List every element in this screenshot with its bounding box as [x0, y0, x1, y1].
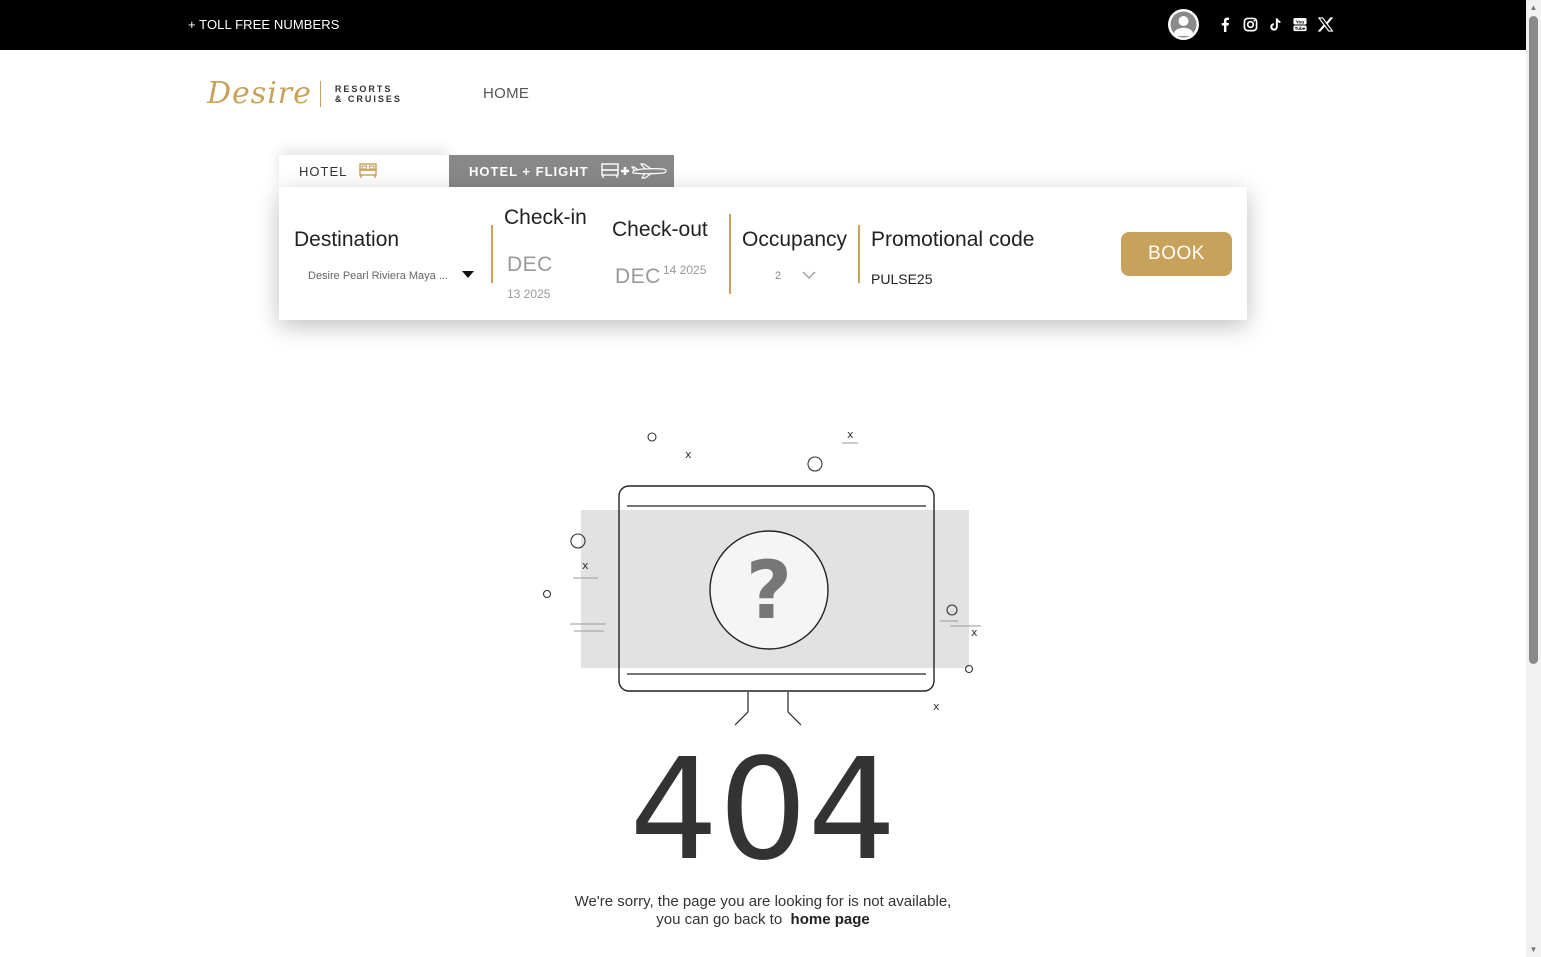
x-icon[interactable] [1317, 17, 1333, 33]
tab-hotel-flight[interactable]: HOTEL + FLIGHT [449, 155, 674, 187]
logo-subtitle: RESORTS & CRUISES [335, 84, 402, 104]
top-bar: + TOLL FREE NUMBERS You Tube [0, 0, 1526, 50]
booking-widget: Destination Desire Pearl Riviera Maya ..… [279, 187, 1247, 320]
svg-text:x: x [933, 700, 940, 713]
social-links: You Tube [1217, 17, 1333, 33]
checkin-day-year[interactable]: 13 2025 [507, 287, 550, 301]
svg-text:x: x [847, 428, 854, 441]
logo-line-1: RESORTS [334, 83, 393, 94]
tab-hotel[interactable]: HOTEL [279, 155, 449, 187]
checkout-label: Check-out [612, 218, 708, 241]
svg-text:x: x [582, 559, 589, 572]
occupancy-label: Occupancy [742, 228, 848, 251]
home-page-link[interactable]: home page [791, 911, 870, 928]
question-mark-icon: ? [745, 544, 793, 637]
logo-script: Desire [207, 76, 312, 111]
checkout-month[interactable]: DEC [615, 265, 661, 289]
divider-destination [491, 225, 493, 283]
logo-divider [319, 80, 321, 107]
error-message: We're sorry, the page you are looking fo… [0, 893, 1526, 929]
svg-text:You: You [1296, 20, 1305, 25]
scroll-up-arrow-icon[interactable]: ▲ [1529, 4, 1538, 12]
tab-hotel-label: HOTEL [299, 163, 348, 179]
tab-hotel-flight-label: HOTEL + FLIGHT [469, 163, 589, 179]
error-code: 404 [629, 729, 897, 892]
destination-select[interactable]: Desire Pearl Riviera Maya ... [308, 270, 448, 282]
facebook-icon[interactable] [1217, 17, 1233, 33]
promo-label: Promotional code [871, 228, 1035, 251]
promo-code-input[interactable]: PULSE25 [871, 271, 932, 287]
tiktok-icon[interactable] [1267, 17, 1283, 33]
divider-occupancy [858, 225, 860, 283]
user-avatar-icon[interactable] [1168, 9, 1199, 40]
destination-label: Destination [294, 228, 400, 251]
book-button[interactable]: BOOK [1121, 232, 1232, 276]
chevron-down-icon[interactable] [802, 267, 816, 285]
instagram-icon[interactable] [1242, 17, 1258, 33]
caret-down-icon[interactable] [462, 271, 474, 278]
scroll-down-arrow-icon[interactable]: ▼ [1529, 946, 1538, 954]
svg-text:x: x [971, 626, 978, 639]
booking-tabs: HOTEL HOTEL + FLIGHT [279, 155, 674, 187]
vertical-scrollbar[interactable]: ▲ ▼ [1526, 0, 1541, 957]
occupancy-select[interactable]: 2 [775, 270, 781, 282]
bed-icon [359, 163, 378, 179]
checkin-month[interactable]: DEC [507, 253, 553, 277]
svg-text:x: x [685, 448, 692, 461]
scrollbar-thumb[interactable] [1529, 16, 1538, 664]
nav-home-link[interactable]: HOME [483, 85, 529, 102]
checkout-day-year[interactable]: 14 2025 [663, 263, 706, 277]
divider-dates [729, 214, 731, 294]
bed-plus-plane-icon [600, 162, 669, 180]
logo-line-2: & CRUISES [334, 93, 402, 104]
svg-text:Tube: Tube [1295, 26, 1306, 31]
error-message-back-text: you can go back to [656, 911, 783, 928]
checkin-label: Check-in [504, 206, 587, 229]
error-message-line-1: We're sorry, the page you are looking fo… [574, 893, 952, 910]
error-message-line-2: you can go back to home page [0, 911, 1526, 929]
youtube-icon[interactable]: You Tube [1292, 17, 1308, 33]
error-illustration: x x x x x ? [530, 420, 1000, 740]
top-icons: You Tube [1168, 9, 1333, 40]
brand-logo[interactable]: Desire RESORTS & CRUISES [207, 76, 402, 111]
toll-free-link[interactable]: + TOLL FREE NUMBERS [188, 17, 340, 32]
